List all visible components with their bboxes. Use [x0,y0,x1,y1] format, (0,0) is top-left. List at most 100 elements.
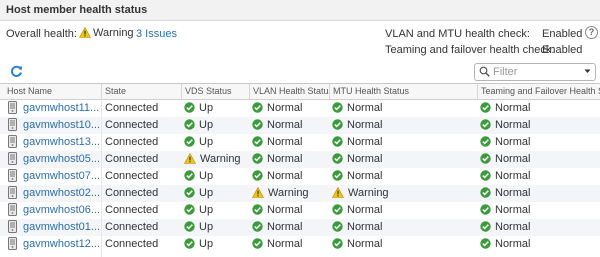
table-row[interactable]: gavmwhost01... Connected Up Normal Normal Nor… [0,219,600,236]
host-name-link[interactable]: gavmwhost11... [23,102,99,114]
check-circle-icon [480,153,491,164]
teaming-status-text: Normal [495,136,531,148]
mtu-status-cell: Normal [329,117,477,134]
teaming-status-cell: Normal [477,117,600,134]
overall-health-status: Warning [78,26,134,39]
vlan-status-text: Warning [268,187,309,199]
server-host-icon [8,152,17,165]
vlan-status-cell: Normal [249,117,329,134]
server-host-icon [8,203,17,216]
teaming-status-cell: Normal [477,236,600,253]
vlan-status-text: Normal [267,238,303,250]
column-teaming-failover[interactable]: Teaming and Failover Health Stat [477,84,600,99]
check-circle-icon [252,136,263,147]
vds-status-cell: Up [181,168,249,185]
column-vlan-health[interactable]: VLAN Health Status [249,84,329,99]
host-name-link[interactable]: gavmwhost06... [23,204,100,216]
vds-status-cell: Up [181,185,249,202]
overall-health-label: Overall health: [6,28,77,40]
table-row[interactable]: gavmwhost02... Connected Up Warning Warning N… [0,185,600,202]
mtu-status-text: Warning [348,187,389,199]
teaming-status-text: Normal [495,153,531,165]
vlan-status-cell: Warning [249,185,329,202]
vds-status-text: Up [199,136,214,148]
chevron-down-icon[interactable] [584,67,591,75]
mtu-status-cell: Normal [329,202,477,219]
column-vds-status[interactable]: VDS Status [181,84,249,99]
teaming-status-text: Normal [495,119,531,131]
check-circle-icon [332,136,343,147]
host-name-link[interactable]: gavmwhost02... [23,187,100,199]
host-cell: gavmwhost06... [0,202,100,219]
check-circle-icon [332,204,343,215]
table-row[interactable]: gavmwhost07... Connected Up Normal Normal Nor… [0,168,600,185]
host-cell: gavmwhost12... [0,236,100,253]
check-circle-icon [480,102,491,113]
host-name-link[interactable]: gavmwhost05... [23,153,100,165]
host-health-table: Host Name State VDS Status VLAN Health S… [0,83,600,257]
host-name-link[interactable]: gavmwhost12... [23,238,100,250]
teaming-status-text: Normal [495,170,531,182]
vlan-status-cell: Normal [249,168,329,185]
teaming-status-text: Normal [495,204,531,216]
server-host-icon [8,101,17,114]
teaming-status-cell: Normal [477,219,600,236]
server-host-icon [8,169,17,182]
vds-status-text: Warning [200,153,241,165]
refresh-icon[interactable] [10,65,23,78]
host-cell: gavmwhost02... [0,185,100,202]
state-cell: Connected [105,119,159,131]
filter-field[interactable]: Filter [474,63,596,81]
host-name-link[interactable]: gavmwhost10... [23,119,100,131]
check-circle-icon [252,204,263,215]
vds-status-text: Up [199,187,214,199]
table-row[interactable]: gavmwhost10... Connected Up Normal Normal Nor… [0,117,600,134]
host-name-link[interactable]: gavmwhost07... [23,170,100,182]
state-cell: Connected [105,170,159,182]
vds-status-cell: Up [181,219,249,236]
vds-status-text: Up [199,238,214,250]
vlan-status-cell: Normal [249,219,329,236]
check-circle-icon [252,119,263,130]
table-row[interactable]: gavmwhost06... Connected Up Normal Normal Nor… [0,202,600,219]
vlan-status-cell: Normal [249,134,329,151]
column-mtu-health[interactable]: MTU Health Status [329,84,477,99]
warning-triangle-icon [252,187,264,198]
help-icon[interactable]: ? [585,26,598,39]
mtu-status-text: Normal [347,102,383,114]
search-icon [479,66,490,77]
server-host-icon [8,220,17,233]
host-cell: gavmwhost01... [0,219,100,236]
server-host-icon [8,186,17,199]
vlan-status-cell: Normal [249,151,329,168]
mtu-status-cell: Warning [329,185,477,202]
state-cell: Connected [105,221,159,233]
vds-status-text: Up [199,119,214,131]
vlan-status-cell: Normal [249,100,329,117]
vds-status-text: Up [199,221,214,233]
column-state[interactable]: State [101,84,181,99]
table-row[interactable]: gavmwhost12... Connected Up Normal Normal Nor… [0,236,600,253]
table-row[interactable]: gavmwhost05... Connected Warning Normal Norm… [0,151,600,168]
host-name-link[interactable]: gavmwhost13... [23,136,100,148]
check-circle-icon [184,102,195,113]
filter-placeholder: Filter [493,66,518,78]
check-circle-icon [252,153,263,164]
teaming-status-cell: Normal [477,168,600,185]
warning-triangle-icon [332,187,344,198]
state-cell: Connected [105,136,159,148]
check-circle-icon [184,187,195,198]
check-circle-icon [332,238,343,249]
host-name-link[interactable]: gavmwhost01... [23,221,100,233]
mtu-status-text: Normal [347,119,383,131]
check-circle-icon [252,170,263,181]
table-row[interactable]: gavmwhost11... Connected Up Normal Normal Nor… [0,100,600,117]
check-circle-icon [332,170,343,181]
table-row[interactable]: gavmwhost13... Connected Up Normal Normal Nor… [0,134,600,151]
state-cell: Connected [105,153,159,165]
vlan-status-cell: Normal [249,236,329,253]
teaming-status-text: Normal [495,102,531,114]
teaming-status-text: Normal [495,221,531,233]
issues-link[interactable]: 3 Issues [136,28,177,40]
column-host-name[interactable]: Host Name [0,84,101,99]
